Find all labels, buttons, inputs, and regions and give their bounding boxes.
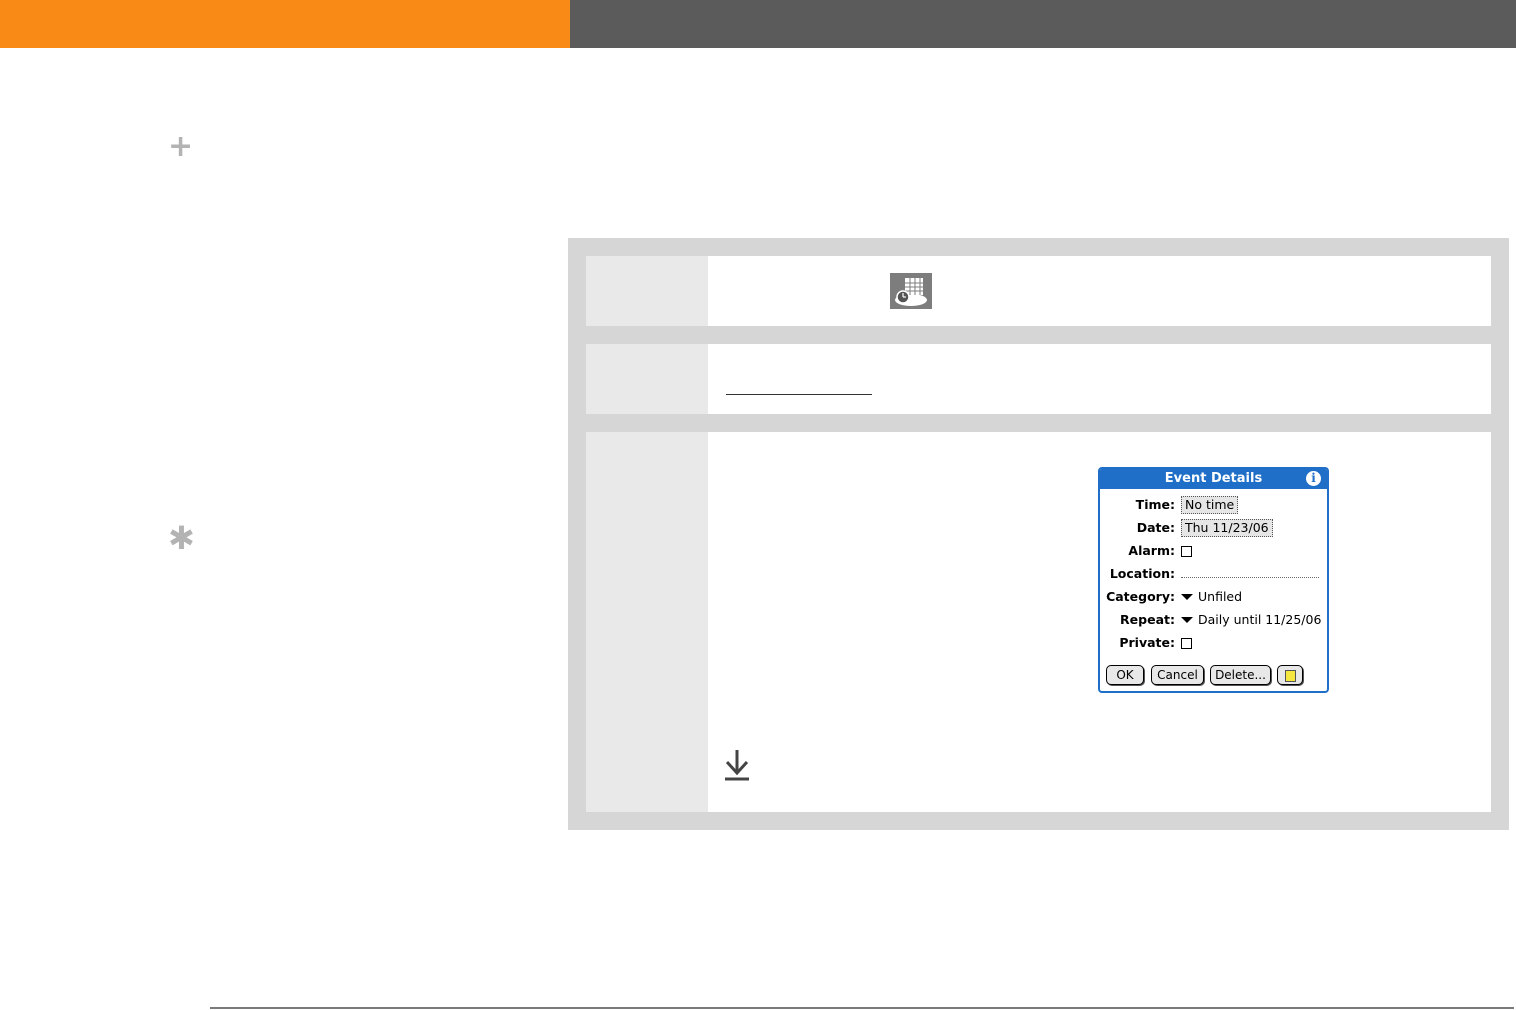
location-input[interactable]	[1181, 565, 1319, 578]
delete-button[interactable]: Delete...	[1210, 665, 1271, 685]
location-label: Location:	[1109, 566, 1175, 581]
category-value: Unfiled	[1198, 589, 1243, 604]
ok-button[interactable]: OK	[1106, 665, 1144, 685]
note-icon	[1285, 670, 1296, 682]
dropdown-triangle-icon	[1181, 593, 1193, 600]
step-content	[708, 256, 1491, 326]
time-selector[interactable]: No time	[1181, 496, 1239, 514]
date-selector[interactable]: Thu 11/23/06	[1181, 519, 1273, 537]
repeat-picker[interactable]: Daily until 11/25/06	[1181, 610, 1321, 629]
event-details-dialog: Event Details i Time: No time Date: Thu …	[1098, 467, 1329, 693]
time-label: Time:	[1135, 497, 1175, 512]
header-accent-bar	[0, 0, 570, 48]
asterisk-icon: ✱	[168, 519, 195, 557]
dialog-title: Event Details	[1164, 471, 1263, 486]
alarm-label: Alarm:	[1128, 543, 1175, 558]
info-icon[interactable]: i	[1306, 471, 1321, 486]
step-row-3: Event Details i Time: No time Date: Thu …	[586, 432, 1491, 812]
step-number-cell	[586, 344, 708, 414]
private-checkbox[interactable]	[1181, 638, 1192, 649]
step-row-2	[586, 344, 1491, 414]
footer-rule	[210, 1007, 1514, 1009]
steps-panel: Event Details i Time: No time Date: Thu …	[568, 238, 1509, 830]
note-button[interactable]	[1277, 665, 1303, 685]
calendar-app-icon[interactable]	[890, 273, 932, 309]
step-content	[708, 344, 1491, 414]
category-label: Category:	[1106, 589, 1175, 604]
alarm-checkbox[interactable]	[1181, 546, 1192, 557]
repeat-label: Repeat:	[1120, 612, 1175, 627]
step-number-cell	[586, 432, 708, 812]
step-content: Event Details i Time: No time Date: Thu …	[708, 432, 1491, 812]
header-title-bar	[570, 0, 1516, 48]
download-arrow-icon	[725, 750, 749, 781]
date-label: Date:	[1136, 520, 1175, 535]
repeat-value: Daily until 11/25/06	[1198, 612, 1322, 627]
plus-icon: +	[168, 129, 194, 164]
hyperlink-underline[interactable]	[726, 394, 872, 395]
dropdown-triangle-icon	[1181, 616, 1193, 623]
cancel-button[interactable]: Cancel	[1151, 665, 1204, 685]
step-number-cell	[586, 256, 708, 326]
category-picker[interactable]: Unfiled	[1181, 587, 1242, 606]
step-row-1	[586, 256, 1491, 326]
private-label: Private:	[1119, 635, 1175, 650]
dialog-titlebar: Event Details i	[1100, 469, 1327, 489]
